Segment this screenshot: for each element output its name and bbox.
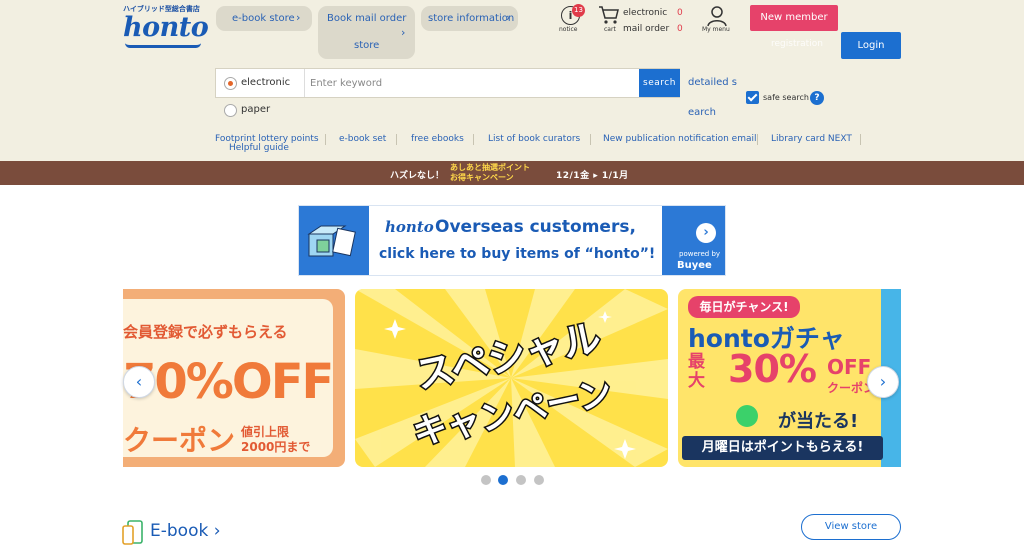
login-button[interactable]: Login bbox=[841, 32, 901, 59]
logo-swoosh bbox=[125, 43, 201, 48]
slide-3-win: が当たる! bbox=[778, 411, 859, 432]
search-divider bbox=[304, 69, 305, 97]
carousel-slide-1[interactable]: 会員登録で必ずもらえる 70%OFF クーポン 値引上限 2000円まで bbox=[123, 289, 345, 467]
overseas-banner-left-panel bbox=[299, 206, 369, 275]
campaign-strip-lead: ハズレなし！ bbox=[390, 171, 445, 181]
sublink-separator bbox=[396, 134, 397, 145]
sublink-free-ebooks[interactable]: free ebooks bbox=[411, 134, 464, 144]
search-input[interactable] bbox=[310, 70, 638, 96]
campaign-strip-title: あしあと抽選ポイント お得キャンペーン bbox=[450, 163, 530, 183]
slide-1-limit-1: 値引上限 bbox=[241, 425, 290, 439]
carousel-prev-button[interactable]: ‹ bbox=[123, 366, 155, 398]
radio-paper[interactable] bbox=[224, 104, 237, 117]
overseas-banner[interactable]: honto Overseas customers, click here to … bbox=[298, 205, 726, 276]
carousel-dot-4[interactable] bbox=[534, 475, 544, 485]
cart-mail-order-label[interactable]: mail order bbox=[623, 24, 669, 34]
page-root: ハイブリッド型総合書店 honto e-book store › Book ma… bbox=[0, 0, 1024, 550]
campaign-strip-title-1: あしあと抽選ポイント bbox=[450, 163, 530, 172]
sublink-new-publication[interactable]: New publication notification email bbox=[603, 134, 756, 144]
view-store-button[interactable]: View store bbox=[801, 514, 901, 540]
carousel-slide-2[interactable]: スペシャル キャンペーン bbox=[355, 289, 668, 467]
package-icon bbox=[307, 225, 356, 257]
sublink-separator bbox=[473, 134, 474, 145]
tab-label-line2: store bbox=[354, 40, 380, 51]
cart-icon[interactable] bbox=[598, 5, 620, 25]
sublink-ebook-set[interactable]: e-book set bbox=[339, 134, 386, 144]
detailed-search-link[interactable]: detailed s bbox=[688, 77, 737, 88]
sublink-separator bbox=[860, 134, 861, 145]
tab-label: e-book store bbox=[232, 13, 295, 24]
radio-paper-label: paper bbox=[241, 104, 271, 115]
slide-2-title: スペシャル キャンペーン bbox=[408, 314, 617, 456]
detailed-search-link-line2[interactable]: earch bbox=[688, 107, 716, 118]
campaign-strip-dates: 12/1金 ▸ 1/1月 bbox=[556, 171, 629, 181]
safe-search-label: safe search bbox=[763, 93, 809, 102]
tab-ebook-store[interactable]: e-book store › bbox=[216, 6, 312, 31]
carousel-next-button[interactable]: › bbox=[867, 366, 899, 398]
slide-3-tag: 毎日がチャンス! bbox=[688, 296, 800, 318]
tab-label: store information bbox=[428, 13, 515, 24]
slide-1-limit-2: 2000円まで bbox=[241, 440, 311, 454]
slide-1-coupon: クーポン bbox=[123, 424, 236, 457]
overseas-banner-logo: honto bbox=[385, 218, 434, 236]
tab-store-information[interactable]: store information › bbox=[421, 6, 518, 31]
slide-1-lead: 会員登録で必ずもらえる bbox=[123, 323, 288, 341]
my-menu-label: My menu bbox=[702, 26, 730, 33]
sublink-book-curators[interactable]: List of book curators bbox=[488, 134, 580, 144]
registration-text: registration bbox=[771, 39, 823, 49]
chevron-right-icon: › bbox=[696, 223, 716, 243]
powered-by-label: powered by bbox=[679, 250, 721, 258]
notice-label: notice bbox=[559, 26, 578, 33]
slide-1-limit: 値引上限 2000円まで bbox=[241, 425, 310, 455]
slide-3-percent: 30% bbox=[728, 347, 817, 391]
buyee-logo: Buyee bbox=[677, 260, 712, 271]
cart-label: cart bbox=[604, 26, 616, 33]
slide-3-max-2: 大 bbox=[688, 371, 705, 391]
gacha-ball-graphic bbox=[736, 405, 758, 427]
helpful-guide-link[interactable]: Helpful guide bbox=[229, 143, 289, 153]
search-button[interactable]: search bbox=[639, 69, 680, 97]
tab-book-mail-order[interactable]: Book mail order store › bbox=[318, 6, 415, 59]
overseas-banner-subline: click here to buy items of “honto”! bbox=[379, 246, 656, 262]
tab-label: Book mail order bbox=[327, 13, 407, 24]
cart-electronic-count: 0 bbox=[677, 8, 683, 18]
slide-3-max-1: 最 bbox=[688, 352, 705, 372]
ebook-section-title[interactable]: E-book › bbox=[150, 521, 221, 541]
slide-3-off: OFF bbox=[827, 355, 872, 379]
sublink-separator bbox=[325, 134, 326, 145]
new-member-button[interactable]: New member bbox=[750, 5, 838, 31]
radio-electronic[interactable] bbox=[224, 77, 237, 90]
cart-electronic-label[interactable]: electronic bbox=[623, 8, 667, 18]
ebook-section-title-text: E-book bbox=[150, 521, 209, 541]
slide-3-bar: 月曜日はポイントもらえる! bbox=[682, 436, 883, 460]
safe-search-checkbox[interactable] bbox=[746, 91, 759, 104]
overseas-banner-headline: Overseas customers, bbox=[435, 217, 636, 237]
sublink-separator bbox=[590, 134, 591, 145]
cart-mail-order-count: 0 bbox=[677, 24, 683, 34]
sublink-library-card[interactable]: Library card NEXT bbox=[771, 134, 852, 144]
help-icon[interactable]: ? bbox=[810, 91, 824, 105]
notice-count-badge: 13 bbox=[572, 4, 585, 17]
carousel-dot-2[interactable] bbox=[498, 475, 508, 485]
sublink-separator bbox=[757, 134, 758, 145]
tablet-icon bbox=[122, 520, 143, 545]
carousel-dot-3[interactable] bbox=[516, 475, 526, 485]
radio-electronic-label: electronic bbox=[241, 77, 291, 88]
chevron-right-icon: › bbox=[506, 11, 511, 24]
slide-3-max: 最 大 bbox=[688, 353, 705, 391]
carousel-dot-1[interactable] bbox=[481, 475, 491, 485]
campaign-strip-title-2: お得キャンペーン bbox=[450, 173, 514, 182]
user-icon[interactable] bbox=[706, 5, 728, 27]
chevron-right-icon: › bbox=[213, 521, 221, 541]
chevron-right-icon: › bbox=[401, 26, 406, 39]
chevron-right-icon: › bbox=[296, 11, 301, 24]
honto-logo[interactable]: honto bbox=[123, 12, 209, 43]
